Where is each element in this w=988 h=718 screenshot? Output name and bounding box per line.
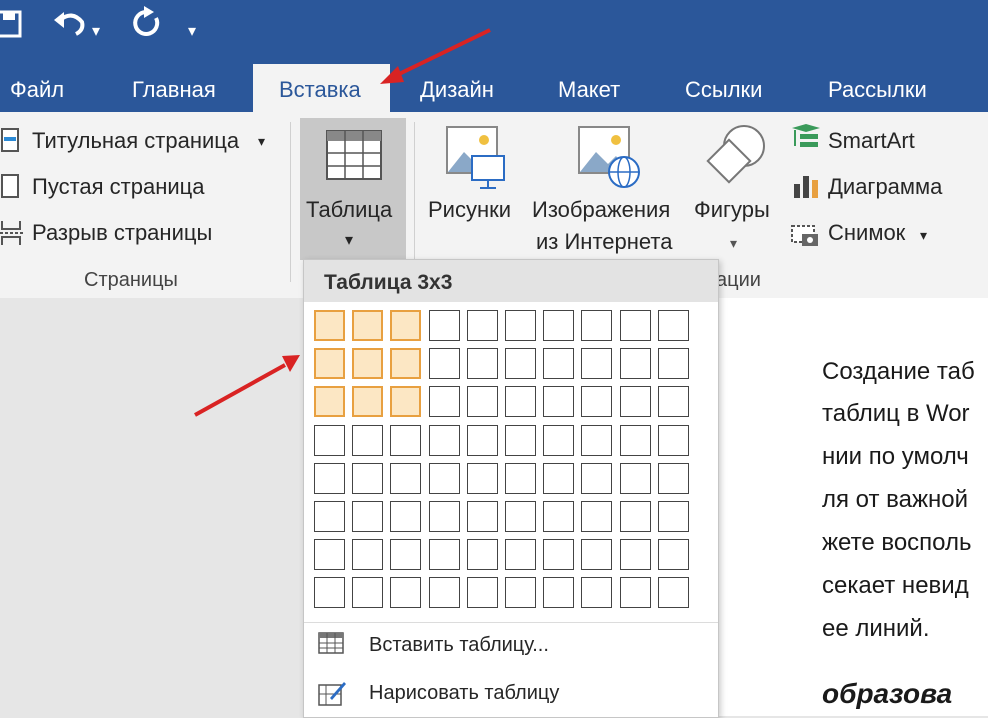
annotation-arrow-tab: [194, 28, 491, 417]
